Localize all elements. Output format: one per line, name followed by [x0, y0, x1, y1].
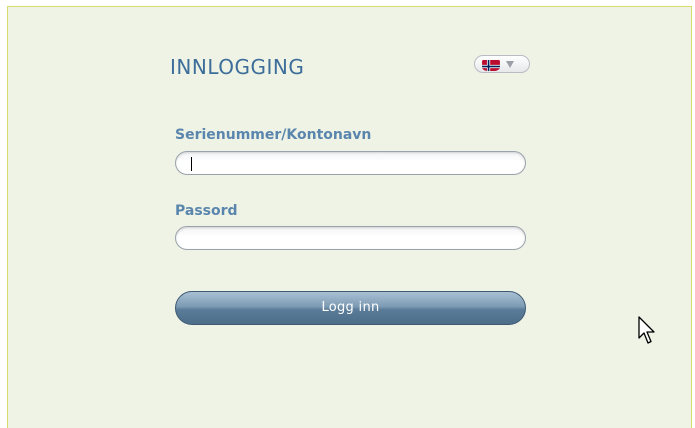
- mouse-pointer-icon: [638, 316, 655, 344]
- login-panel: INNLOGGING Serienummer/Kontonavn Passord…: [7, 6, 692, 428]
- page-title: INNLOGGING: [170, 55, 305, 79]
- chevron-down-icon: [506, 60, 514, 68]
- username-label: Serienummer/Kontonavn: [175, 127, 372, 143]
- norway-flag-icon: [481, 58, 501, 71]
- password-label: Passord: [175, 203, 238, 219]
- login-button[interactable]: Logg inn: [175, 291, 526, 325]
- password-input[interactable]: [175, 226, 526, 250]
- language-select[interactable]: [474, 55, 530, 73]
- username-input[interactable]: [175, 151, 526, 175]
- text-cursor: [191, 157, 192, 171]
